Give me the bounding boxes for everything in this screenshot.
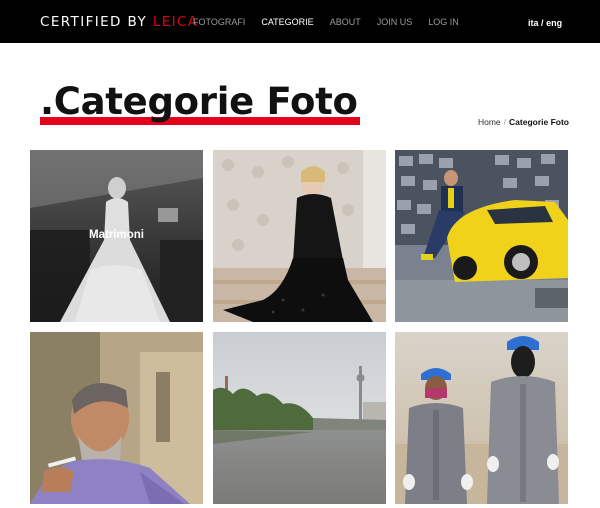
nav-item-categorie[interactable]: CATEGORIE [261, 17, 313, 27]
category-tile-landscape[interactable] [213, 332, 386, 504]
breadcrumb-current: Categorie Foto [509, 117, 569, 127]
category-tile-advertising[interactable] [395, 150, 568, 322]
breadcrumb-home-link[interactable]: Home [478, 117, 501, 127]
breadcrumb-separator: / [503, 117, 507, 127]
portrait-photo [30, 332, 203, 504]
logo-accent-text: LEICA [152, 14, 199, 30]
category-tile-reportage[interactable] [395, 332, 568, 504]
nav-item-log-in[interactable]: LOG IN [428, 17, 459, 27]
category-tile-fashion[interactable] [213, 150, 386, 322]
lang-separator: / [541, 18, 544, 28]
category-tile-wedding[interactable]: Matrimoni [30, 150, 203, 322]
top-navbar: CERTIFIED BY LEICA FOTOGRAFI CATEGORIE A… [0, 0, 600, 43]
nav-item-join-us[interactable]: JOIN US [377, 17, 413, 27]
nav-item-fotografi[interactable]: FOTOGRAFI [193, 17, 245, 27]
landscape-photo [213, 332, 386, 504]
breadcrumb: Home / Categorie Foto [478, 117, 569, 127]
fashion-photo [213, 150, 386, 322]
tile-label-matrimoni: Matrimoni [89, 229, 144, 241]
site-logo[interactable]: CERTIFIED BY LEICA [40, 14, 199, 30]
lang-eng-link[interactable]: eng [546, 18, 562, 28]
language-switcher: ita / eng [528, 18, 562, 28]
category-tile-portrait[interactable] [30, 332, 203, 504]
car-photo [395, 150, 568, 322]
nav-item-about[interactable]: ABOUT [330, 17, 361, 27]
workers-photo [395, 332, 568, 504]
main-nav: FOTOGRAFI CATEGORIE ABOUT JOIN US LOG IN [193, 17, 459, 27]
lang-ita-link[interactable]: ita [528, 18, 539, 28]
logo-text: CERTIFIED BY [40, 14, 153, 30]
page-title: .Categorie Foto [40, 80, 358, 123]
